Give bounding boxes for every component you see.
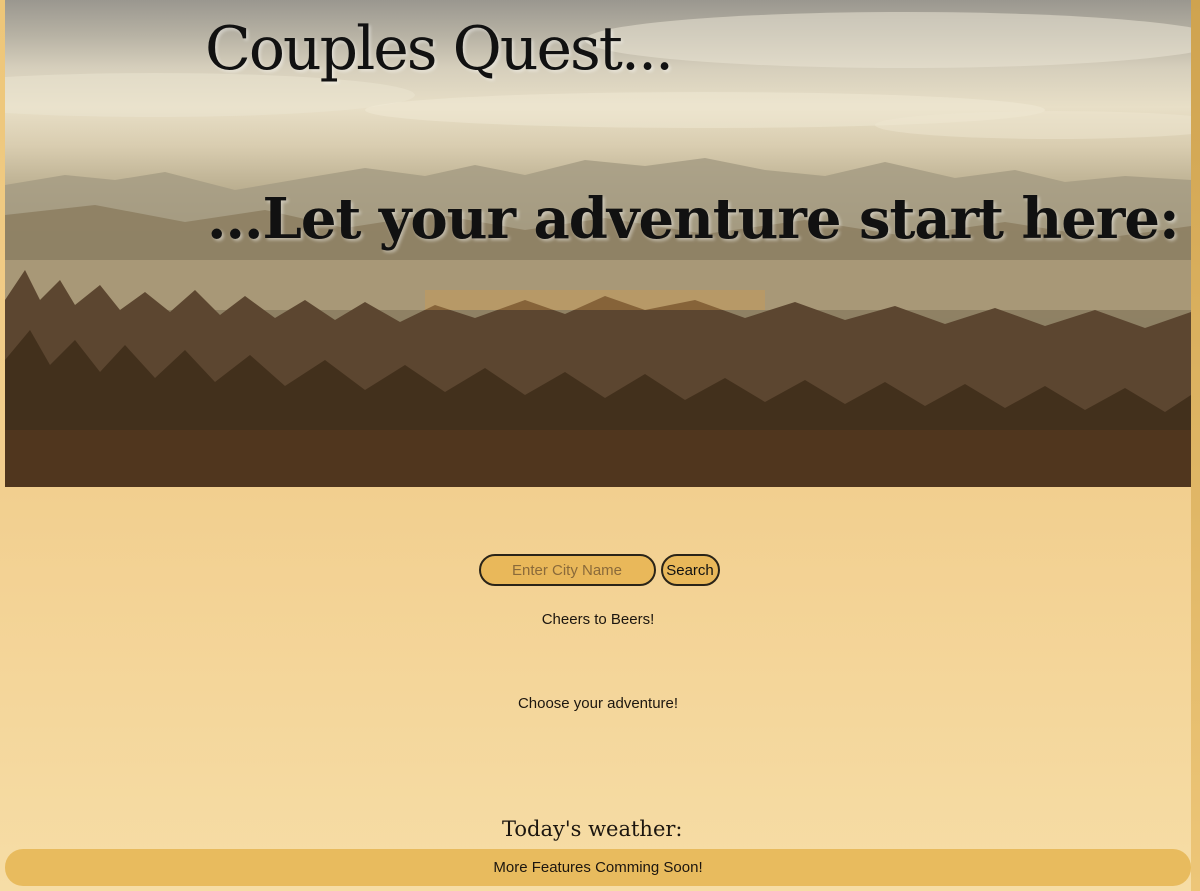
page-title: Couples Quest...	[205, 14, 674, 84]
hero-banner: Couples Quest... ...Let your adventure s…	[5, 0, 1191, 487]
weather-heading: Today's weather:	[502, 817, 683, 841]
beers-section-label: Cheers to Beers!	[541, 611, 655, 628]
city-search-input[interactable]	[478, 554, 656, 586]
footer-text: More Features Comming Soon!	[493, 859, 703, 876]
page-subtitle: ...Let your adventure start here:	[207, 186, 1180, 252]
footer-bar: More Features Comming Soon!	[5, 849, 1191, 886]
adventure-section-label: Choose your adventure!	[517, 695, 679, 712]
city-search-form: Search	[0, 554, 1196, 586]
search-button[interactable]: Search	[660, 554, 720, 586]
page-edge	[1191, 0, 1200, 891]
